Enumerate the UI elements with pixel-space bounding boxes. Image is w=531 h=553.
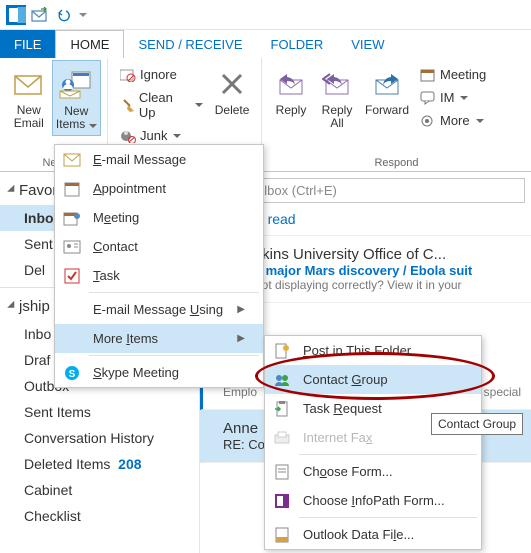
message-preview: email not displaying correctly? View it … — [223, 278, 521, 292]
contact-group-icon — [271, 369, 293, 391]
new-items-menu: E-mail Message Appointment Meeting Conta… — [54, 144, 264, 388]
task-check-icon — [61, 265, 83, 287]
delete-button[interactable]: Delete — [209, 60, 255, 146]
form-icon — [271, 461, 293, 483]
reply-button[interactable]: Reply — [268, 60, 314, 134]
submenu-outlook-data-file[interactable]: Outlook Data File... — [265, 520, 481, 549]
junk-icon — [120, 129, 136, 143]
forward-button[interactable]: Forward — [360, 60, 414, 134]
calendar-icon — [420, 68, 436, 82]
delete-x-icon — [220, 72, 244, 96]
ribbon-tabs: FILE HOME SEND / RECEIVE FOLDER VIEW — [0, 30, 531, 58]
filter-unread[interactable]: read — [268, 211, 296, 227]
nav-checklist[interactable]: Checklist — [0, 503, 199, 529]
contact-card-icon — [61, 236, 83, 258]
message-subject: role in major Mars discovery / Ebola sui… — [223, 263, 521, 278]
calendar-icon — [61, 178, 83, 200]
post-icon — [271, 340, 293, 362]
junk-button[interactable]: Junk — [114, 125, 209, 146]
forward-arrow-icon — [373, 73, 401, 95]
reply-arrow-icon — [277, 73, 305, 95]
envelope-icon — [61, 149, 83, 171]
ignore-icon — [120, 68, 136, 82]
menu-email-using[interactable]: E-mail Message Using▶ — [55, 295, 263, 324]
nav-cabinet[interactable]: Cabinet — [0, 477, 199, 503]
meeting-button[interactable]: Meeting — [414, 64, 492, 85]
menu-skype-meeting[interactable]: SSkype Meeting — [55, 358, 263, 387]
menu-task[interactable]: Task — [55, 261, 263, 290]
infopath-icon — [271, 490, 293, 512]
ribbon-group-respond-label: Respond — [268, 155, 525, 171]
tab-file[interactable]: FILE — [0, 30, 55, 58]
data-file-icon — [271, 524, 293, 546]
message-preview-right: special — [484, 385, 521, 399]
menu-contact[interactable]: Contact — [55, 232, 263, 261]
menu-appointment[interactable]: Appointment — [55, 174, 263, 203]
more-items-submenu: Post in This Folder Contact Group Task R… — [264, 335, 482, 550]
cleanup-button[interactable]: Clean Up — [114, 87, 209, 123]
fax-icon — [271, 427, 293, 449]
submenu-post-in-folder[interactable]: Post in This Folder — [265, 336, 481, 365]
new-items-icon — [59, 71, 93, 99]
qat-customize-icon[interactable] — [76, 3, 90, 27]
qat-undo-icon[interactable] — [52, 3, 76, 27]
envelope-icon — [14, 71, 44, 97]
svg-text:S: S — [69, 369, 76, 380]
menu-email-message[interactable]: E-mail Message — [55, 145, 263, 174]
meeting-icon — [61, 207, 83, 229]
new-email-button[interactable]: New Email — [6, 60, 52, 136]
tab-send-receive[interactable]: SEND / RECEIVE — [124, 30, 256, 58]
nav-deleted-items[interactable]: Deleted Items 208 — [0, 451, 199, 477]
outlook-logo-icon — [4, 3, 28, 27]
new-items-button[interactable]: New Items — [52, 60, 101, 136]
submenu-choose-infopath[interactable]: Choose InfoPath Form... — [265, 486, 481, 515]
tab-home[interactable]: HOME — [55, 30, 124, 58]
submenu-choose-form[interactable]: Choose Form... — [265, 457, 481, 486]
reply-all-button[interactable]: Reply All — [314, 60, 360, 134]
menu-meeting[interactable]: Meeting — [55, 203, 263, 232]
gear-icon — [420, 114, 436, 128]
submenu-contact-group[interactable]: Contact Group — [265, 365, 481, 394]
ignore-button[interactable]: Ignore — [114, 64, 209, 85]
nav-sent-items[interactable]: Sent Items — [0, 399, 199, 425]
menu-more-items[interactable]: More Items▶ — [55, 324, 263, 353]
tab-view[interactable]: VIEW — [337, 30, 398, 58]
more-respond-button[interactable]: More — [414, 110, 492, 131]
qat-send-receive-icon[interactable] — [28, 3, 52, 27]
broom-icon — [120, 98, 135, 112]
reply-all-arrow-icon — [322, 73, 352, 95]
im-button[interactable]: IM — [414, 87, 492, 108]
task-request-icon — [271, 398, 293, 420]
speech-bubble-icon — [420, 91, 436, 105]
nav-conversation-history[interactable]: Conversation History — [0, 425, 199, 451]
skype-icon: S — [61, 362, 83, 384]
quick-access-toolbar — [0, 0, 531, 30]
tooltip-contact-group: Contact Group — [431, 413, 523, 435]
message-from: s Hopkins University Office of C... — [223, 246, 521, 263]
tab-folder[interactable]: FOLDER — [257, 30, 338, 58]
